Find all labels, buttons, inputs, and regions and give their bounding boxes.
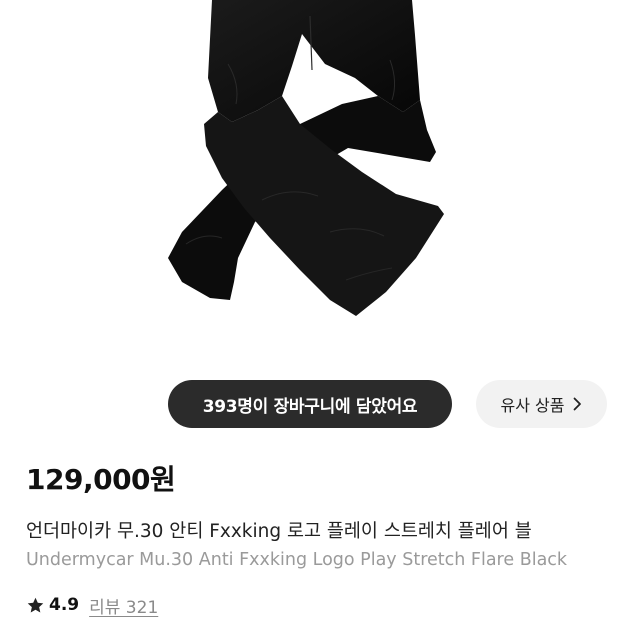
- star-icon: [27, 597, 44, 613]
- product-price: 129,000원: [26, 463, 176, 496]
- text-fade-overlay: [598, 512, 620, 582]
- product-name-english: Undermycar Mu.30 Anti Fxxking Logo Play …: [26, 550, 568, 570]
- rating-row: 4.9 리뷰 321: [26, 592, 158, 618]
- rating-value: 4.9: [49, 595, 80, 615]
- product-name-korean: 언더마이카 무.30 안티 Fxxking 로고 플레이 스트레치 플레어 블: [26, 521, 532, 542]
- cart-count-badge: 393명이 장바구니에 담았어요: [168, 380, 452, 428]
- similar-products-label: 유사 상품: [500, 396, 565, 415]
- review-count-link[interactable]: 리뷰 321: [89, 593, 158, 618]
- product-image[interactable]: [0, 0, 620, 360]
- cart-count-text: 393명이 장바구니에 담았어요: [202, 396, 418, 417]
- chevron-right-icon: [574, 397, 582, 411]
- similar-products-button[interactable]: 유사 상품: [476, 380, 607, 428]
- product-detail-screen: 393명이 장바구니에 담았어요 유사 상품 129,000원 언더마이카 무.…: [0, 0, 620, 620]
